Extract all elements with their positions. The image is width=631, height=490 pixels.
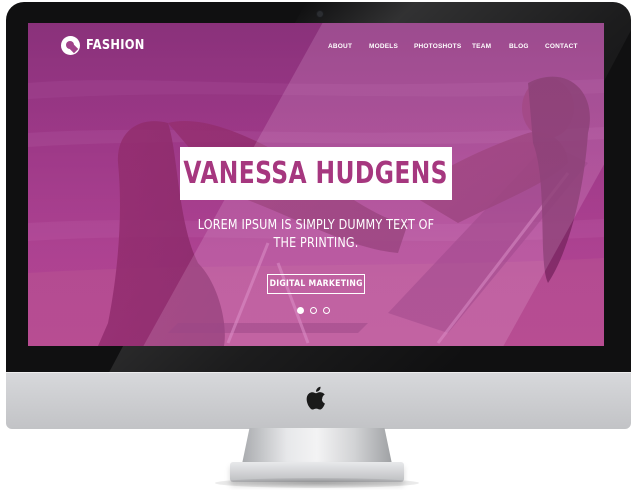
camera-icon	[317, 11, 323, 17]
hero-title: VANESSA HUDGENS	[183, 156, 449, 191]
main-navigation: ABOUT MODELS PHOTOSHOTS TEAM BLOG CONTAC…	[28, 43, 604, 55]
stand-shadow	[215, 478, 419, 488]
nav-item-photoshots[interactable]: PHOTOSHOTS	[414, 43, 461, 50]
hero-subtitle: LOREM IPSUM IS SIMPLY DUMMY TEXT OF THE …	[197, 218, 435, 251]
nav-item-team[interactable]: TEAM	[472, 43, 491, 50]
nav-item-blog[interactable]: BLOG	[509, 43, 529, 50]
cta-button-label: DIGITAL MARKETING	[269, 279, 363, 289]
website-screen: FASHION ABOUT MODELS PHOTOSHOTS TEAM BLO…	[28, 23, 604, 346]
slider-pagination	[297, 307, 330, 314]
hero-title-box: VANESSA HUDGENS	[180, 147, 452, 200]
nav-item-models[interactable]: MODELS	[369, 43, 398, 50]
digital-marketing-button[interactable]: DIGITAL MARKETING	[267, 274, 365, 294]
imac-mockup: FASHION ABOUT MODELS PHOTOSHOTS TEAM BLO…	[0, 0, 631, 490]
monitor-stand-neck	[242, 428, 392, 464]
slider-dot[interactable]	[310, 307, 317, 314]
nav-item-about[interactable]: ABOUT	[328, 43, 352, 50]
slider-dot[interactable]	[323, 307, 330, 314]
apple-logo-icon	[306, 386, 325, 410]
slider-dot[interactable]	[297, 307, 304, 314]
nav-item-contact[interactable]: CONTACT	[545, 43, 578, 50]
